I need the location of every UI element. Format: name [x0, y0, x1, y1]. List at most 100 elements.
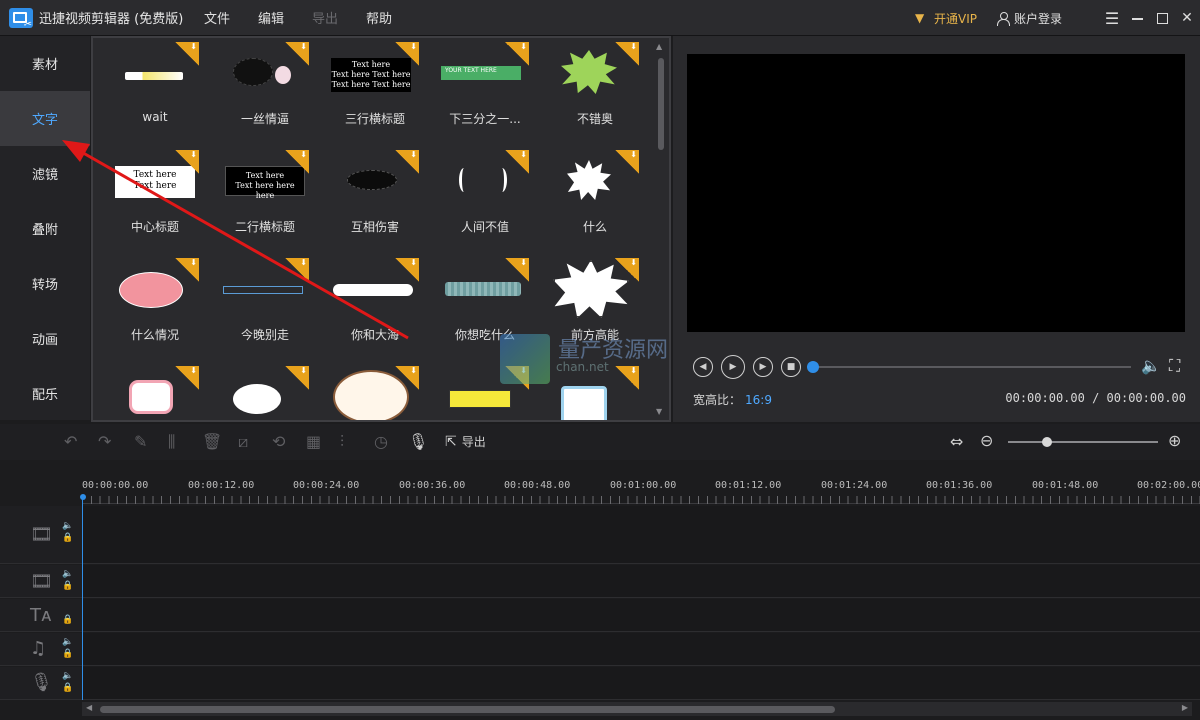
- download-badge-icon[interactable]: [615, 258, 639, 282]
- template-tile[interactable]: Text here Text here Text here Text here …: [319, 40, 419, 140]
- template-tile[interactable]: YOUR TEXT HERE 下三分之一...: [429, 40, 529, 140]
- music-note-icon: ♫: [30, 638, 47, 659]
- vip-button[interactable]: 开通VIP: [915, 10, 977, 27]
- record-voice-icon[interactable]: 🎙: [408, 432, 428, 451]
- template-tile[interactable]: 人间不值: [429, 148, 529, 248]
- template-tile[interactable]: Text here Text here 中心标题: [99, 148, 199, 248]
- track-controls[interactable]: 🔒: [62, 614, 73, 626]
- speed-icon[interactable]: ⫶: [340, 432, 344, 452]
- sidebar-item-animation[interactable]: 动画: [0, 311, 90, 366]
- template-tile[interactable]: 互相伤害: [319, 148, 419, 248]
- template-tile[interactable]: 不错奥: [539, 40, 639, 140]
- download-badge-icon[interactable]: [505, 150, 529, 174]
- delete-icon[interactable]: 🗑: [202, 432, 222, 451]
- account-login-button[interactable]: 账户登录: [996, 10, 1062, 27]
- zoom-knob[interactable]: [1042, 437, 1052, 447]
- pip-track-lane[interactable]: [83, 565, 1200, 598]
- playback-progress[interactable]: [807, 361, 1131, 373]
- sidebar-item-text[interactable]: 文字: [0, 91, 90, 146]
- download-badge-icon[interactable]: [395, 366, 419, 390]
- split-icon[interactable]: ⫼: [168, 432, 175, 452]
- user-icon: [996, 11, 1010, 26]
- template-tile[interactable]: Text here Text here here here 二行横标题: [209, 148, 309, 248]
- fit-timeline-icon[interactable]: ⇔: [950, 432, 963, 451]
- download-badge-icon[interactable]: [505, 42, 529, 66]
- track-controls[interactable]: 🔈 🔒: [62, 520, 73, 544]
- download-badge-icon[interactable]: [505, 258, 529, 282]
- download-badge-icon[interactable]: [175, 258, 199, 282]
- track-controls[interactable]: 🔈 🔒: [62, 636, 73, 660]
- scrollbar-thumb[interactable]: [658, 58, 664, 150]
- zoom-slider[interactable]: [1008, 437, 1158, 447]
- timeline-horizontal-scrollbar[interactable]: ◀ ▶: [82, 702, 1192, 716]
- scroll-down-icon[interactable]: ▼: [656, 407, 662, 416]
- track-controls[interactable]: 🔈 🔒: [62, 670, 73, 694]
- template-tile[interactable]: 什么情况: [99, 256, 199, 356]
- crop-icon[interactable]: ⧄: [238, 432, 248, 452]
- template-label: 三行横标题: [344, 112, 405, 126]
- template-tile[interactable]: 什么: [539, 148, 639, 248]
- minimize-button[interactable]: [1125, 0, 1149, 36]
- fullscreen-icon[interactable]: ⛶: [1169, 356, 1180, 376]
- template-tile[interactable]: 今晚别走: [209, 256, 309, 356]
- download-badge-icon[interactable]: [285, 366, 309, 390]
- rotate-icon[interactable]: ⟲: [272, 432, 285, 451]
- download-badge-icon[interactable]: [395, 42, 419, 66]
- maximize-button[interactable]: [1150, 0, 1174, 36]
- scrollbar-thumb[interactable]: [100, 706, 835, 713]
- download-badge-icon[interactable]: [285, 42, 309, 66]
- music-track-lane[interactable]: [83, 633, 1200, 666]
- scroll-left-icon[interactable]: ◀: [86, 703, 92, 712]
- menu-help[interactable]: 帮助: [366, 8, 392, 27]
- scroll-up-icon[interactable]: ▲: [656, 42, 662, 51]
- sidebar-item-media[interactable]: 素材: [0, 36, 90, 91]
- mosaic-icon[interactable]: ▦: [306, 432, 321, 451]
- menu-file[interactable]: 文件: [204, 8, 230, 27]
- undo-icon[interactable]: ↶: [64, 432, 77, 451]
- track-controls[interactable]: 🔈 🔒: [62, 568, 73, 592]
- download-badge-icon[interactable]: [175, 42, 199, 66]
- voice-track-lane[interactable]: [83, 667, 1200, 700]
- zoom-out-icon[interactable]: ⊖: [980, 431, 993, 450]
- menu-export[interactable]: 导出: [312, 8, 338, 27]
- stop-icon[interactable]: ■: [781, 357, 801, 377]
- next-frame-icon[interactable]: ▶: [753, 357, 773, 377]
- volume-icon[interactable]: 🔈: [1141, 356, 1161, 375]
- text-track-lane[interactable]: [83, 599, 1200, 632]
- download-badge-icon[interactable]: [615, 150, 639, 174]
- duration-icon[interactable]: ◷: [374, 432, 388, 451]
- template-tile[interactable]: [209, 364, 309, 420]
- template-tile[interactable]: [99, 364, 199, 420]
- aspect-ratio[interactable]: 宽高比： 16:9: [693, 391, 772, 408]
- template-tile[interactable]: 你和大海: [319, 256, 419, 356]
- sidebar-item-filter[interactable]: 滤镜: [0, 146, 90, 201]
- edit-icon[interactable]: ✎: [134, 432, 147, 451]
- menu-edit[interactable]: 编辑: [258, 8, 284, 27]
- close-button[interactable]: ✕: [1175, 0, 1199, 36]
- template-tile[interactable]: 一丝情逼: [209, 40, 309, 140]
- playhead-handle[interactable]: [80, 494, 86, 500]
- download-badge-icon[interactable]: [395, 150, 419, 174]
- playhead-line[interactable]: [82, 500, 83, 700]
- template-tile[interactable]: [319, 364, 419, 420]
- timeline-export-button[interactable]: ⇱ 导出: [445, 433, 486, 450]
- download-badge-icon[interactable]: [395, 258, 419, 282]
- aspect-value[interactable]: 16:9: [745, 393, 772, 407]
- redo-icon[interactable]: ↷: [98, 432, 111, 451]
- download-badge-icon[interactable]: [285, 258, 309, 282]
- download-badge-icon[interactable]: [285, 150, 309, 174]
- play-icon[interactable]: ▶: [721, 355, 745, 379]
- video-track-lane[interactable]: [83, 506, 1200, 564]
- sidebar-item-music[interactable]: 配乐: [0, 366, 90, 421]
- progress-knob[interactable]: [807, 361, 819, 373]
- download-badge-icon[interactable]: [175, 366, 199, 390]
- sidebar-item-transition[interactable]: 转场: [0, 256, 90, 311]
- sidebar-item-overlay[interactable]: 叠附: [0, 201, 90, 256]
- timeline-ruler[interactable]: 00:00:00.00 00:00:12.00 00:00:24.00 00:0…: [82, 480, 1200, 504]
- hamburger-menu-icon[interactable]: ☰: [1100, 0, 1124, 36]
- template-tile[interactable]: wait: [99, 40, 199, 140]
- download-badge-icon[interactable]: [175, 150, 199, 174]
- download-badge-icon[interactable]: [615, 42, 639, 66]
- scroll-right-icon[interactable]: ▶: [1182, 703, 1188, 712]
- zoom-in-icon[interactable]: ⊕: [1168, 431, 1181, 450]
